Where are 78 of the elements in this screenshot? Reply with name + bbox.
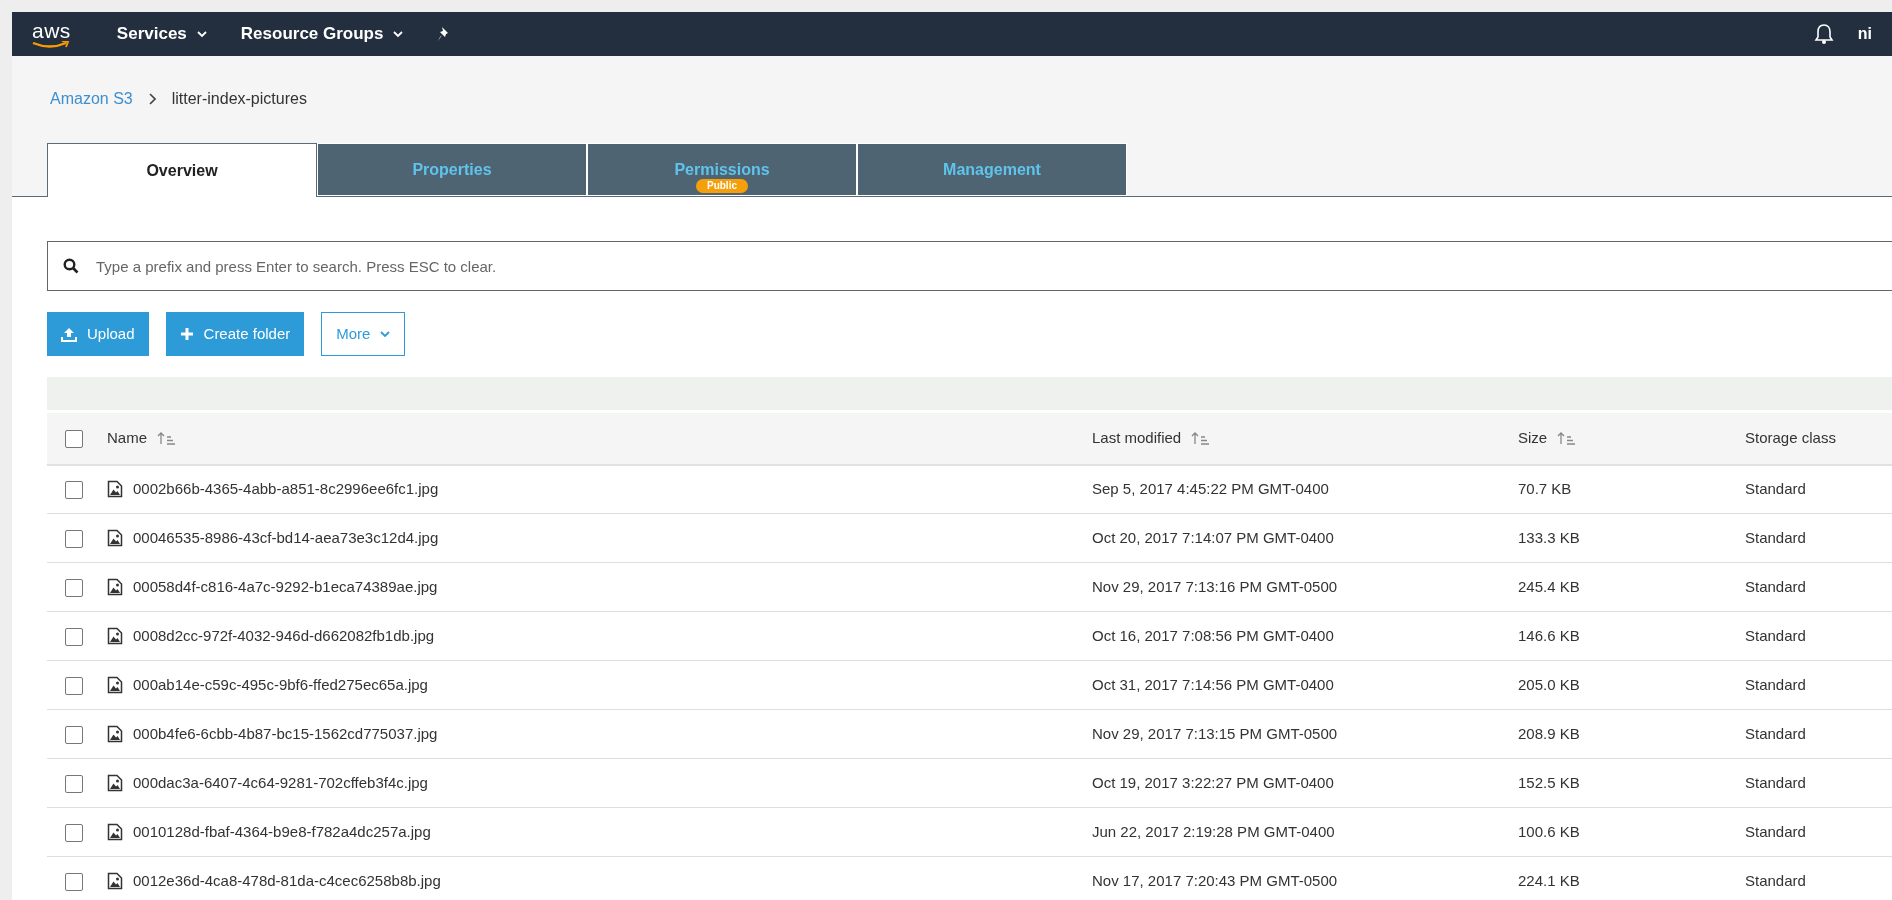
table-cell: 152.5 KB [1518, 773, 1580, 791]
table-cell: Standard [1745, 822, 1806, 840]
caret-icon [380, 330, 391, 338]
row-checkbox[interactable] [65, 774, 83, 793]
table-cell: 146.6 KB [1518, 626, 1580, 644]
nav-menu[interactable]: Services [116, 21, 207, 47]
image-file-icon [107, 529, 123, 547]
nav-menu[interactable]: Resource Groups [240, 21, 404, 47]
caret-icon [196, 30, 207, 38]
table-cell: 208.9 KB [1518, 724, 1580, 742]
row-checkbox[interactable] [65, 481, 83, 500]
row-checkbox[interactable] [65, 627, 83, 646]
table-cell: 245.4 KB [1518, 577, 1580, 595]
table-cell: Sep 5, 2017 4:45:22 PM GMT-0400 [1092, 480, 1329, 497]
sort-icon[interactable] [1191, 431, 1210, 445]
table-cell: Nov 17, 2017 7:20:43 PM GMT-0500 [1092, 871, 1338, 889]
sort-icon[interactable] [1557, 431, 1576, 445]
table-cell: Standard [1745, 871, 1806, 889]
column-header[interactable]: Size [1518, 427, 1548, 450]
caret-icon [393, 30, 404, 38]
table-cell: Standard [1745, 480, 1806, 497]
table-cell: Standard [1745, 577, 1806, 595]
search-icon [63, 258, 79, 274]
table-cell: Nov 29, 2017 7:13:15 PM GMT-0500 [1092, 724, 1338, 742]
plus-icon [179, 327, 194, 341]
image-file-icon [107, 725, 123, 743]
tab[interactable]: Overview [47, 143, 317, 197]
breadcrumb-current: litter-index-pictures [171, 89, 307, 109]
user-name[interactable]: ni [1857, 22, 1872, 46]
table-cell: Jun 22, 2017 2:19:28 PM GMT-0400 [1092, 822, 1335, 840]
row-checkbox[interactable] [65, 676, 83, 695]
chevron-icon [148, 93, 156, 105]
sort-icon[interactable] [157, 431, 175, 445]
file-link[interactable]: 000dac3a-6407-4c64-9281-702cffeb3f4c.jpg [133, 771, 428, 795]
image-file-icon [107, 627, 123, 645]
table-cell: Standard [1745, 724, 1806, 742]
image-file-icon [107, 774, 123, 792]
file-link[interactable]: 000b4fe6-6cbb-4b87-bc15-1562cd775037.jpg [133, 722, 438, 746]
row-checkbox[interactable] [65, 872, 83, 891]
file-link[interactable]: 0002b66b-4365-4abb-a851-8c2996ee6fc1.jpg [133, 478, 439, 501]
image-file-icon [107, 872, 123, 890]
table-cell: 100.6 KB [1518, 822, 1580, 840]
row-checkbox[interactable] [65, 823, 83, 842]
file-link[interactable]: 00046535-8986-43cf-bd14-aea73e3c12d4.jpg [133, 526, 439, 550]
table-cell: Standard [1745, 675, 1806, 693]
table-cell: Oct 20, 2017 7:14:07 PM GMT-0400 [1092, 528, 1334, 546]
aws-logo[interactable]: aws [32, 19, 71, 49]
table-cell: Standard [1745, 626, 1806, 644]
column-header[interactable]: Name [107, 427, 147, 450]
table-cell: 133.3 KB [1518, 528, 1580, 546]
table-cell: Oct 19, 2017 3:22:27 PM GMT-0400 [1092, 773, 1334, 791]
table-cell: 224.1 KB [1518, 871, 1580, 889]
file-link[interactable]: 0012e36d-4ca8-478d-81da-c4cec6258b8b.jpg [133, 869, 441, 893]
row-checkbox[interactable] [65, 529, 83, 548]
column-header[interactable]: Last modified [1092, 427, 1182, 450]
smile-icon [32, 40, 71, 49]
file-link[interactable]: 0008d2cc-972f-4032-946d-d662082fb1db.jpg [133, 624, 435, 648]
row-checkbox[interactable] [65, 578, 83, 597]
file-link[interactable]: 0010128d-fbaf-4364-b9e8-f782a4dc257a.jpg [133, 820, 431, 844]
table-cell: Standard [1745, 528, 1806, 546]
table-cell: Oct 16, 2017 7:08:56 PM GMT-0400 [1092, 626, 1334, 644]
image-file-icon [107, 480, 123, 499]
search-field[interactable]: Type a prefix and press Enter to search. Press ESC to clear. [47, 241, 1892, 291]
select-all-checkbox[interactable] [65, 430, 83, 449]
table-cell: Nov 29, 2017 7:13:16 PM GMT-0500 [1092, 577, 1338, 595]
table-cell: 70.7 KB [1518, 480, 1572, 497]
upload-icon [61, 326, 77, 342]
image-file-icon [107, 578, 123, 596]
table-cell: Oct 31, 2017 7:14:56 PM GMT-0400 [1092, 675, 1334, 693]
row-checkbox[interactable] [65, 725, 83, 744]
public-badge: Public [696, 179, 748, 193]
image-file-icon [107, 676, 123, 694]
image-file-icon [107, 823, 123, 841]
notifications-icon[interactable] [1813, 23, 1834, 45]
table-cell: Standard [1745, 773, 1806, 791]
table-cell: 205.0 KB [1518, 675, 1580, 693]
file-link[interactable]: 000ab14e-c59c-495c-9bf6-ffed275ec65a.jpg [133, 673, 428, 697]
file-link[interactable]: 00058d4f-c816-4a7c-9292-b1eca74389ae.jpg [133, 575, 438, 599]
